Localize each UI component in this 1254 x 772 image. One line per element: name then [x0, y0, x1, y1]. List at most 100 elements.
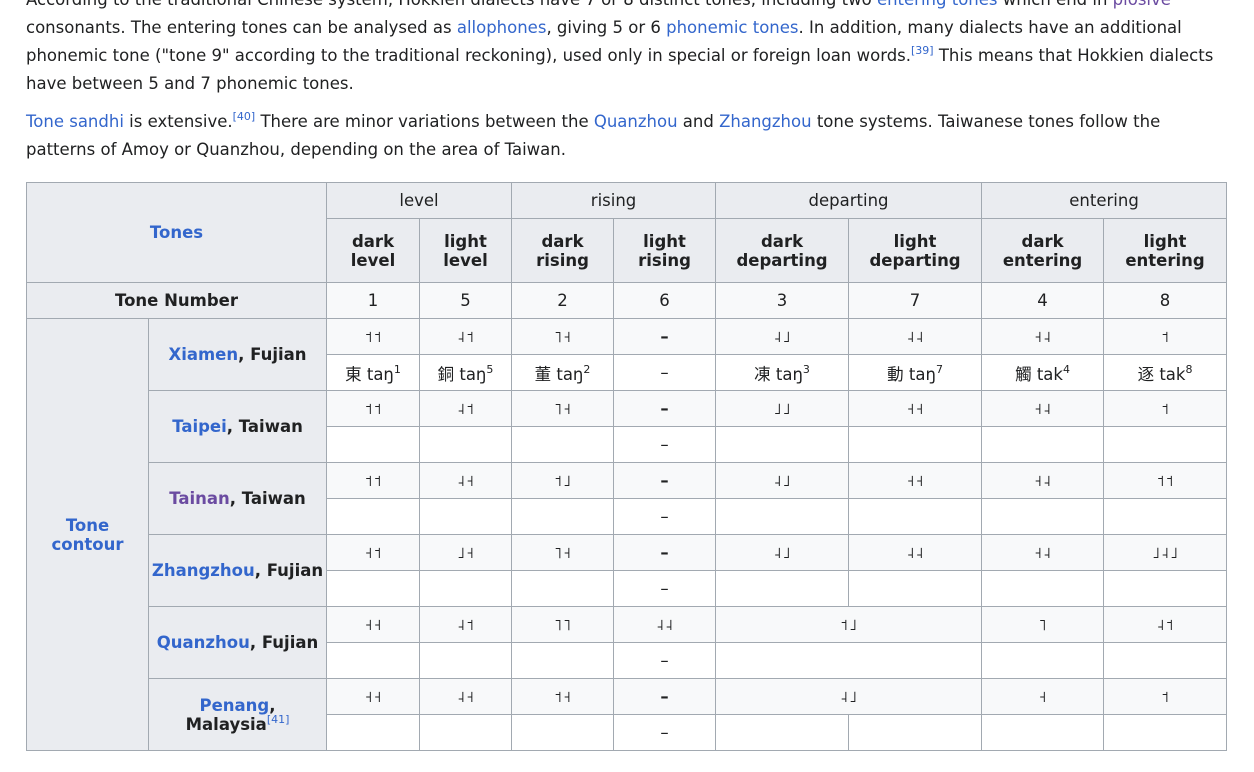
- tone-letter-cell: ˥˧: [511, 390, 615, 427]
- region-text: Malaysia: [185, 714, 267, 734]
- empty-cell: [1103, 642, 1228, 679]
- tone-letter-cell: ˧˧: [848, 390, 983, 427]
- empty-cell: [326, 426, 421, 463]
- empty-cell: [848, 714, 983, 751]
- tone-letter-cell: ˧: [981, 678, 1105, 715]
- tone-letter-cell: ˨˧: [419, 678, 513, 715]
- link-taipei[interactable]: Taipei: [172, 417, 227, 436]
- tone-letter-cell: ˧˧: [326, 678, 421, 715]
- link-entering-tones[interactable]: entering tones: [877, 0, 998, 9]
- link-tone-contour[interactable]: Tone contour: [52, 516, 124, 554]
- tone-letter-cell: ˩˨˩: [1103, 534, 1228, 571]
- link-tainan[interactable]: Tainan: [169, 489, 230, 508]
- reference-40[interactable]: [40]: [233, 110, 256, 123]
- tone-letter-cell: ˧˧: [848, 462, 983, 499]
- dash-cell: –: [613, 714, 717, 751]
- empty-cell: [511, 714, 615, 751]
- tone-letter-cell: ˨˦: [419, 390, 513, 427]
- tone-letter-cell: –: [613, 534, 717, 571]
- subheader-line: dark: [761, 231, 804, 251]
- tone-letter-cell: ˦: [1103, 318, 1228, 355]
- group-header-rising: rising: [511, 182, 717, 219]
- subheader-light-rising: light rising: [613, 218, 717, 283]
- reference-41[interactable]: [41]: [267, 713, 290, 726]
- subheader-line: dark: [1021, 231, 1064, 251]
- reference-39[interactable]: [39]: [911, 44, 934, 57]
- subheader-line: entering: [1002, 250, 1083, 270]
- example-sup: 4: [1062, 362, 1070, 376]
- row-header-tainan: Tainan, Taiwan: [147, 462, 328, 535]
- link-zhangzhou-row[interactable]: Zhangzhou: [152, 561, 255, 580]
- empty-cell: [981, 714, 1105, 751]
- example-cell: 銅 taŋ5: [419, 354, 513, 391]
- tone-number-cell: 4: [981, 282, 1105, 319]
- example-cell: 東 taŋ1: [326, 354, 421, 391]
- link-plosive[interactable]: plosive: [1113, 0, 1171, 9]
- link-allophones[interactable]: allophones: [457, 18, 547, 37]
- subheader-line: dark: [351, 231, 395, 251]
- tone-letter-cell: ˨˦: [419, 606, 513, 643]
- example-text: 董 taŋ: [534, 364, 584, 384]
- region-text: , Fujian: [238, 345, 307, 364]
- tone-letter-cell: ˥˥: [511, 606, 615, 643]
- link-xiamen[interactable]: Xiamen: [168, 345, 238, 364]
- link-phonemic-tones[interactable]: phonemic tones: [666, 18, 798, 37]
- tone-letter-cell: ˦˦: [326, 390, 421, 427]
- tone-letter-cell: ˧˨: [981, 534, 1105, 571]
- text-span: which end in: [998, 0, 1113, 9]
- example-cell: 逐 tak8: [1103, 354, 1228, 391]
- tone-letter-cell: ˥: [981, 606, 1105, 643]
- example-sup: 7: [935, 362, 943, 376]
- subheader-line: entering: [1125, 250, 1205, 270]
- example-sup: 2: [583, 362, 591, 376]
- tone-letter-cell: ˨˩: [715, 318, 850, 355]
- link-penang[interactable]: Penang: [200, 696, 270, 715]
- tones-header-cell: Tones: [25, 182, 328, 283]
- link-quanzhou-row[interactable]: Quanzhou: [157, 633, 250, 652]
- link-tones[interactable]: Tones: [150, 223, 203, 242]
- row-header-penang: Penang, Malaysia[41]: [147, 678, 328, 751]
- link-zhangzhou[interactable]: Zhangzhou: [719, 112, 811, 131]
- example-sup: 3: [802, 362, 810, 376]
- subheader-line: departing: [736, 250, 828, 270]
- group-header-level: level: [326, 182, 513, 219]
- region-text: , Fujian: [249, 633, 319, 652]
- empty-cell: [715, 570, 850, 607]
- empty-cell: [419, 498, 513, 535]
- empty-cell: [715, 642, 983, 679]
- text-span: and: [677, 112, 720, 131]
- empty-cell: [981, 642, 1105, 679]
- tone-letter-cell: ˦˧: [511, 678, 615, 715]
- subheader-line: light: [1143, 231, 1187, 251]
- empty-cell: [511, 426, 615, 463]
- tone-letter-cell: ˨˨: [848, 534, 983, 571]
- example-text: 東 taŋ: [345, 364, 394, 384]
- example-cell: 凍 taŋ3: [715, 354, 850, 391]
- tone-letter-cell: ˧˨: [981, 462, 1105, 499]
- empty-cell: [981, 570, 1105, 607]
- empty-cell: [511, 642, 615, 679]
- tone-letter-cell: ˧˧: [326, 606, 421, 643]
- tone-letter-cell: ˨˩: [715, 678, 983, 715]
- empty-cell: [848, 570, 983, 607]
- tone-letter-cell: ˧˨: [981, 318, 1105, 355]
- empty-cell: [1103, 570, 1228, 607]
- subheader-line: light: [893, 231, 937, 251]
- link-tone-sandhi[interactable]: Tone sandhi: [26, 112, 124, 131]
- example-text: 銅 taŋ: [437, 364, 487, 384]
- tone-number-cell: 6: [613, 282, 717, 319]
- example-cell: 董 taŋ2: [511, 354, 615, 391]
- tone-letter-cell: ˧˦: [326, 534, 421, 571]
- dash-cell: –: [613, 570, 717, 607]
- link-quanzhou[interactable]: Quanzhou: [594, 112, 678, 131]
- subheader-dark-departing: dark departing: [715, 218, 850, 283]
- subheader-line: level: [443, 250, 488, 270]
- example-sup: 8: [1185, 362, 1193, 376]
- subheader-line: departing: [869, 250, 961, 270]
- tone-letter-cell: ˦˦: [1103, 462, 1228, 499]
- empty-cell: [326, 714, 421, 751]
- example-cell: –: [613, 354, 717, 391]
- sandhi-paragraph: Tone sandhi is extensive.[40] There are …: [26, 108, 1226, 164]
- tones-table: Tones level rising departing entering da…: [25, 182, 1228, 751]
- empty-cell: [419, 426, 513, 463]
